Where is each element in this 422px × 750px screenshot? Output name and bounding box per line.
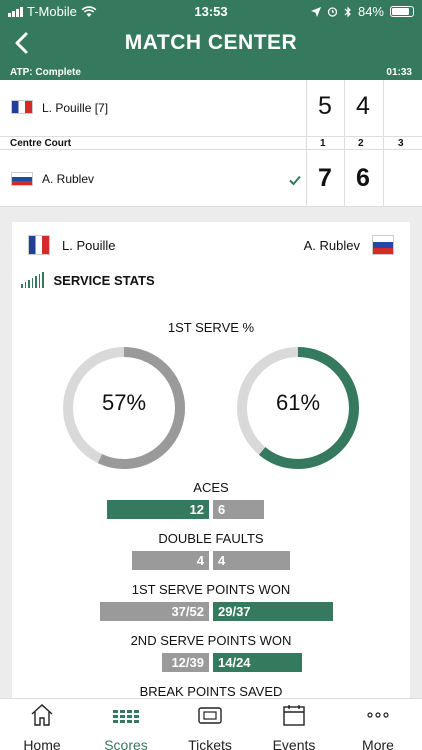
tab-label: More [362, 737, 394, 750]
first-serve-percent: 57% [101, 390, 147, 415]
service-stats-heading: SERVICE STATS [21, 272, 155, 288]
match-status: ATP: Complete [10, 67, 81, 78]
tab-tickets[interactable]: Tickets [168, 703, 252, 750]
card-player-1: L. Pouille [28, 234, 115, 256]
first-serve-percent: 61% [275, 390, 321, 415]
player-row-2: A. Rublev 7 6 [0, 150, 422, 206]
set-score: 5 [318, 92, 332, 120]
tab-scores[interactable]: Scores [84, 703, 168, 750]
set-score: 4 [356, 92, 370, 120]
russia-flag-icon [11, 172, 33, 186]
stat-label-second-serve-points: 2ND SERVE POINTS WON [130, 633, 292, 648]
tab-events[interactable]: Events [252, 703, 336, 750]
stat-bar-p2: 29/37 [213, 602, 333, 621]
winner-check-icon [289, 175, 301, 186]
battery-percent: 84% [357, 4, 384, 19]
stat-bar-p2: 14/24 [213, 653, 302, 672]
tab-label: Scores [104, 737, 148, 750]
stat-label-break-points-saved: BREAK POINTS SAVED [139, 684, 283, 699]
tab-more[interactable]: More [336, 703, 420, 750]
stat-bar-p1: 12/39 [162, 653, 209, 672]
stat-bar-p2: 6 [213, 500, 264, 519]
more-dots-icon [367, 712, 389, 718]
player-short-name: L. Pouille [62, 237, 116, 253]
battery-icon [390, 6, 414, 17]
stat-bar-p2: 4 [213, 551, 290, 570]
app-header: T-Mobile 13:53 84% MATCH CENTER [0, 0, 422, 66]
status-bar: T-Mobile 13:53 84% [0, 4, 422, 20]
player-row-1: L. Pouille [7] 5 4 [0, 80, 422, 136]
tab-label: Events [272, 737, 316, 750]
stat-bar-p1: 37/52 [100, 602, 209, 621]
first-serve-ring-p2: 61% [236, 346, 360, 470]
page-title: MATCH CENTER [124, 31, 298, 54]
set-score: 6 [356, 164, 370, 192]
first-serve-title: 1ST SERVE % [167, 320, 255, 335]
stat-label-double-faults: DOUBLE FAULTS [158, 531, 264, 546]
set-number: 3 [398, 138, 404, 149]
russia-flag-icon [372, 235, 394, 255]
set-number: 1 [320, 138, 326, 149]
status-right: 84% [310, 4, 414, 19]
court-row: Centre Court 1 2 3 [0, 136, 422, 150]
player-short-name: A. Rublev [303, 237, 360, 253]
tab-label: Tickets [188, 737, 232, 750]
first-serve-ring-p1: 57% [62, 346, 186, 470]
location-arrow-icon [310, 6, 321, 17]
france-flag-icon [11, 100, 33, 114]
match-status-bar: ATP: Complete 01:33 [0, 66, 422, 80]
alarm-icon [327, 7, 338, 17]
set-score: 7 [318, 164, 332, 192]
match-duration: 01:33 [386, 67, 412, 78]
stats-bars-icon [21, 272, 44, 288]
tab-home[interactable]: Home [0, 703, 84, 750]
card-player-2: A. Rublev [304, 234, 394, 256]
service-stats-title: SERVICE STATS [53, 272, 155, 288]
scoreboard[interactable]: L. Pouille [7] 5 4 Centre Court 1 2 3 A.… [0, 80, 422, 207]
france-flag-icon [28, 235, 50, 255]
player-name: A. Rublev [42, 172, 95, 186]
stat-label-aces: ACES [193, 480, 229, 495]
stat-bar-p1: 4 [132, 551, 209, 570]
tab-label: Home [23, 737, 61, 750]
stat-label-first-serve-points: 1ST SERVE POINTS WON [131, 582, 291, 597]
court-name: Centre Court [10, 138, 72, 149]
ticket-icon [198, 707, 222, 724]
calendar-icon [283, 705, 305, 726]
stats-card: L. Pouille A. Rublev SERVICE STATS 1ST S… [12, 222, 410, 712]
home-icon [31, 704, 53, 726]
set-number: 2 [358, 138, 364, 149]
scores-grid-icon [113, 710, 139, 723]
stat-bar-p1: 12 [107, 500, 209, 519]
bottom-tab-bar: Home Scores Tickets Events More [0, 698, 422, 750]
player-name: L. Pouille [7] [42, 101, 109, 115]
bluetooth-icon [344, 6, 351, 17]
